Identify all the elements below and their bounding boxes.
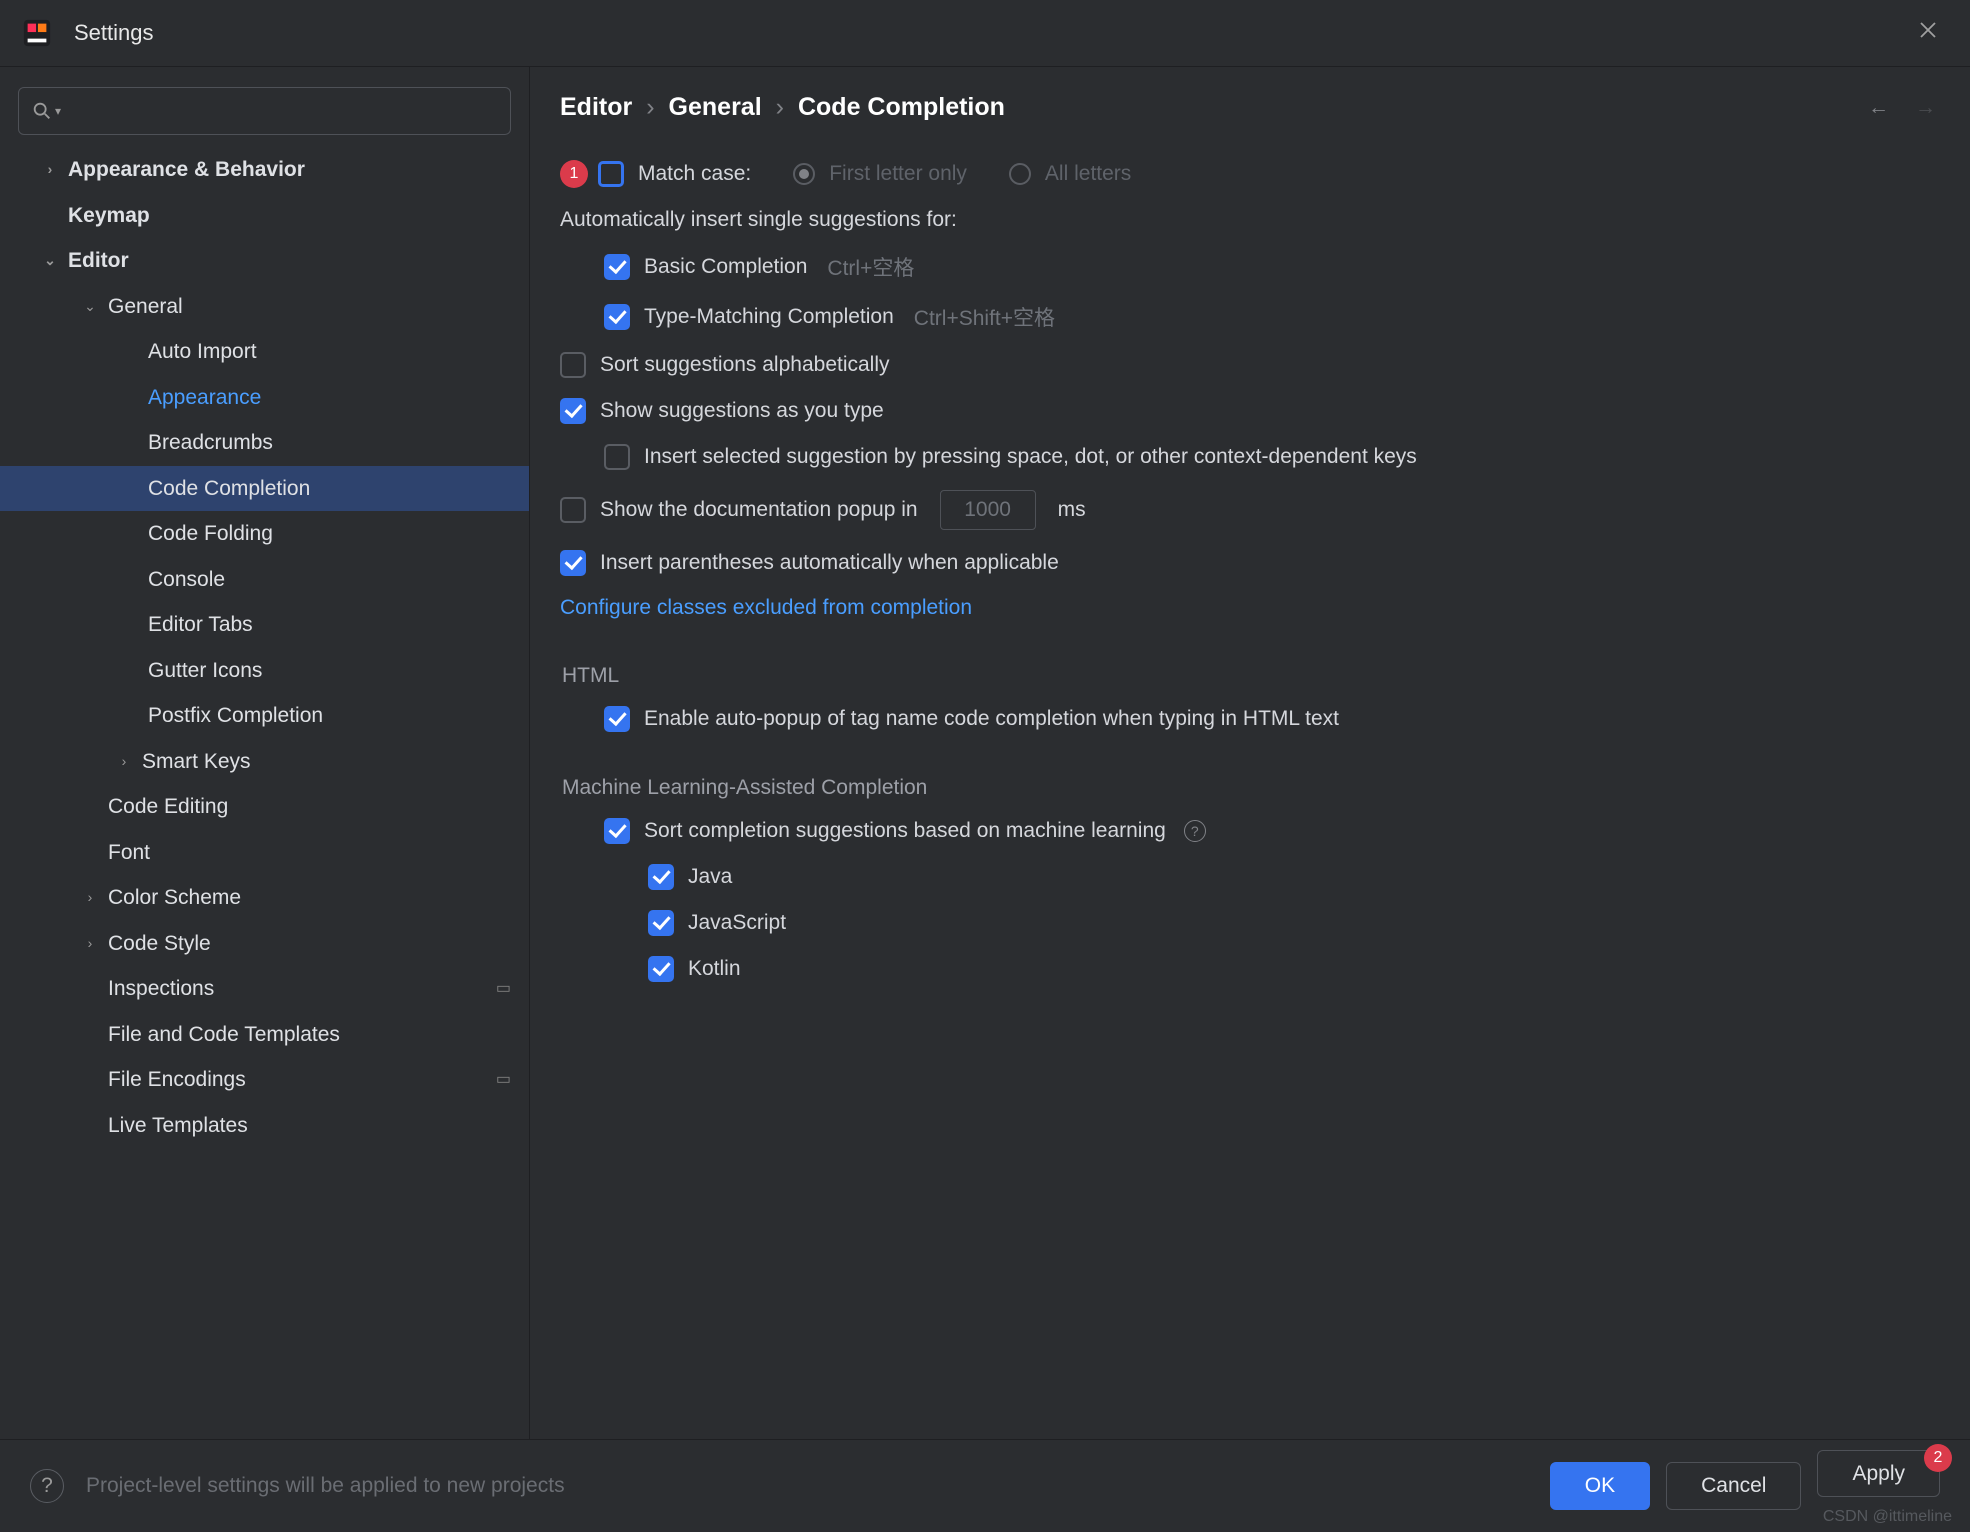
match-case-row: 1 Match case: First letter only All lett…: [560, 150, 1936, 198]
breadcrumb-sep: ›: [646, 93, 654, 122]
search-dropdown-icon[interactable]: ▾: [55, 104, 61, 118]
tree-postfix-completion[interactable]: Postfix Completion: [0, 693, 529, 739]
tree-code-folding[interactable]: Code Folding: [0, 511, 529, 557]
apply-button[interactable]: Apply: [1817, 1450, 1940, 1497]
settings-window: Settings ▾ ›Appearance & Behavior ›Keyma…: [0, 0, 1970, 1532]
all-letters-radio[interactable]: [1009, 163, 1031, 185]
settings-tree: ›Appearance & Behavior ›Keymap ⌄Editor ⌄…: [0, 147, 529, 1439]
ml-sort-checkbox[interactable]: [604, 818, 630, 844]
ml-section-label: Machine Learning-Assisted Completion: [560, 776, 1936, 800]
nav-forward-icon: →: [1915, 96, 1936, 120]
show-doc-row: Show the documentation popup in 1000 ms: [560, 480, 1936, 540]
window-title: Settings: [74, 20, 154, 46]
tree-appearance-behavior[interactable]: ›Appearance & Behavior: [0, 147, 529, 193]
search-input[interactable]: ▾: [18, 87, 511, 135]
sort-alpha-checkbox[interactable]: [560, 352, 586, 378]
tree-appearance[interactable]: Appearance: [0, 375, 529, 421]
html-section-label: HTML: [560, 664, 1936, 688]
type-matching-label: Type-Matching Completion: [644, 305, 894, 329]
close-button[interactable]: [1908, 14, 1948, 52]
tree-general[interactable]: ⌄General: [0, 284, 529, 330]
insert-selected-row: Insert selected suggestion by pressing s…: [560, 434, 1936, 480]
insert-parens-checkbox[interactable]: [560, 550, 586, 576]
first-letter-label: First letter only: [829, 162, 967, 186]
titlebar: Settings: [0, 0, 1970, 67]
all-letters-label: All letters: [1045, 162, 1131, 186]
insert-parens-row: Insert parentheses automatically when ap…: [560, 540, 1936, 586]
ml-js-checkbox[interactable]: [648, 910, 674, 936]
help-button[interactable]: ?: [30, 1469, 64, 1503]
basic-completion-shortcut: Ctrl+空格: [827, 252, 914, 282]
tree-code-editing[interactable]: ›Code Editing: [0, 784, 529, 830]
configure-classes-link[interactable]: Configure classes excluded from completi…: [560, 596, 972, 620]
nav-arrows: ← →: [1868, 96, 1936, 120]
basic-completion-row: Basic Completion Ctrl+空格: [560, 242, 1936, 292]
type-matching-row: Type-Matching Completion Ctrl+Shift+空格: [560, 292, 1936, 342]
tree-auto-import[interactable]: Auto Import: [0, 329, 529, 375]
basic-completion-checkbox[interactable]: [604, 254, 630, 280]
tree-font[interactable]: ›Font: [0, 830, 529, 876]
tree-color-scheme[interactable]: ›Color Scheme: [0, 875, 529, 921]
tree-keymap[interactable]: ›Keymap: [0, 193, 529, 239]
ml-java-checkbox[interactable]: [648, 864, 674, 890]
tree-smart-keys[interactable]: ›Smart Keys: [0, 739, 529, 785]
footer: ? Project-level settings will be applied…: [0, 1439, 1970, 1532]
breadcrumb-code-completion: Code Completion: [798, 93, 1005, 122]
configure-classes-row: Configure classes excluded from completi…: [560, 586, 1936, 630]
insert-selected-checkbox[interactable]: [604, 444, 630, 470]
cancel-button[interactable]: Cancel: [1666, 1462, 1801, 1510]
show-doc-checkbox[interactable]: [560, 497, 586, 523]
tree-file-encodings[interactable]: ›File Encodings▭: [0, 1057, 529, 1103]
ml-java-row: Java: [560, 854, 1936, 900]
breadcrumb-general[interactable]: General: [669, 93, 762, 122]
tree-inspections[interactable]: ›Inspections▭: [0, 966, 529, 1012]
panel-body: 1 Match case: First letter only All lett…: [530, 140, 1970, 1439]
tree-console[interactable]: Console: [0, 557, 529, 603]
ml-kotlin-checkbox[interactable]: [648, 956, 674, 982]
sidebar: ▾ ›Appearance & Behavior ›Keymap ⌄Editor…: [0, 67, 530, 1439]
tree-code-style[interactable]: ›Code Style: [0, 921, 529, 967]
scope-icon: ▭: [496, 977, 511, 1001]
callout-marker-1: 1: [560, 160, 588, 188]
tree-code-completion[interactable]: Code Completion: [0, 466, 529, 512]
watermark: CSDN @ittimeline: [1823, 1508, 1952, 1526]
callout-marker-2: 2: [1924, 1444, 1952, 1472]
html-enable-checkbox[interactable]: [604, 706, 630, 732]
sort-alpha-row: Sort suggestions alphabetically: [560, 342, 1936, 388]
first-letter-radio[interactable]: [793, 163, 815, 185]
match-case-checkbox[interactable]: [598, 161, 624, 187]
ok-button[interactable]: OK: [1550, 1462, 1650, 1510]
as-you-type-row: Show suggestions as you type: [560, 388, 1936, 434]
footer-hint: Project-level settings will be applied t…: [86, 1474, 565, 1498]
html-enable-row: Enable auto-popup of tag name code compl…: [560, 696, 1936, 742]
main-panel: Editor › General › Code Completion ← → 1…: [530, 67, 1970, 1439]
app-logo-icon: [22, 18, 52, 48]
panel-header: Editor › General › Code Completion ← →: [530, 67, 1970, 140]
breadcrumb-sep: ›: [776, 93, 784, 122]
tree-editor-tabs[interactable]: Editor Tabs: [0, 602, 529, 648]
tree-gutter-icons[interactable]: Gutter Icons: [0, 648, 529, 694]
show-doc-ms-input[interactable]: 1000: [940, 490, 1036, 530]
type-matching-shortcut: Ctrl+Shift+空格: [914, 302, 1055, 332]
ml-sort-row: Sort completion suggestions based on mac…: [560, 808, 1936, 854]
match-case-label: Match case:: [638, 162, 751, 186]
breadcrumb-editor[interactable]: Editor: [560, 93, 632, 122]
tree-breadcrumbs[interactable]: Breadcrumbs: [0, 420, 529, 466]
tree-file-templates[interactable]: ›File and Code Templates: [0, 1012, 529, 1058]
tree-editor[interactable]: ⌄Editor: [0, 238, 529, 284]
type-matching-checkbox[interactable]: [604, 304, 630, 330]
ml-js-row: JavaScript: [560, 900, 1936, 946]
breadcrumb: Editor › General › Code Completion: [560, 93, 1005, 122]
auto-insert-label: Automatically insert single suggestions …: [560, 198, 1936, 242]
help-icon[interactable]: ?: [1184, 820, 1206, 842]
scope-icon: ▭: [496, 1068, 511, 1092]
nav-back-icon[interactable]: ←: [1868, 96, 1889, 120]
basic-completion-label: Basic Completion: [644, 255, 807, 279]
as-you-type-checkbox[interactable]: [560, 398, 586, 424]
search-icon: [31, 100, 53, 122]
tree-live-templates[interactable]: ›Live Templates: [0, 1103, 529, 1149]
ml-kotlin-row: Kotlin: [560, 946, 1936, 992]
